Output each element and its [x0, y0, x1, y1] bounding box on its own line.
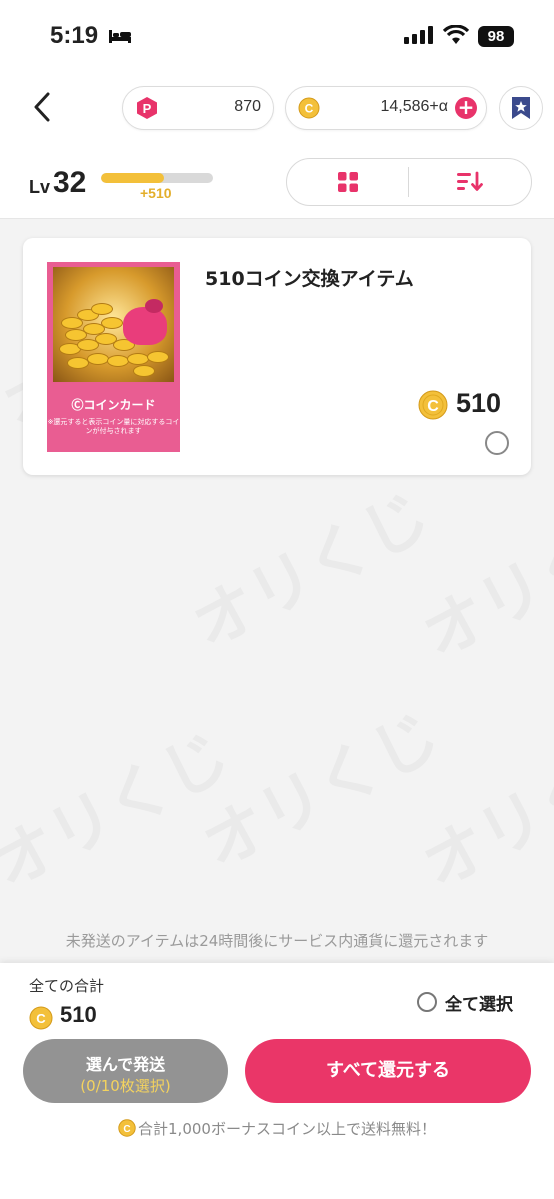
item-select-radio[interactable] [485, 431, 509, 455]
bookmark-star-icon [512, 97, 530, 119]
grid-view-button[interactable] [287, 159, 408, 205]
coin-pile-image [53, 267, 174, 382]
level-prefix: Lv [29, 177, 51, 197]
watermark: オリくじ [403, 475, 554, 676]
select-and-ship-button[interactable]: 選んで発送 (0/10枚選択) [23, 1039, 228, 1103]
coin-icon: C [29, 1006, 53, 1030]
status-bar: 5:19 98 [0, 0, 554, 70]
sort-button[interactable] [409, 159, 531, 205]
xp-gain: +510 [140, 185, 172, 201]
item-card[interactable]: Ⓒコインカード ※還元すると表示コイン量に対応するコインが付与されます 510コ… [23, 238, 531, 475]
cellular-signal-icon [404, 26, 433, 44]
coin-icon: C [298, 97, 320, 119]
coin-balance[interactable]: C 14,586+α + [285, 86, 487, 130]
svg-text:C: C [36, 1011, 46, 1026]
select-all-radio[interactable] [417, 992, 437, 1012]
grid-icon [338, 172, 358, 192]
view-sort-toggle [286, 158, 532, 206]
bookmark-button[interactable] [499, 86, 543, 130]
xp-progress-bar [101, 173, 213, 183]
svg-text:C: C [305, 102, 314, 116]
total-value: 510 [60, 1002, 97, 1027]
xp-progress-fill [101, 173, 164, 183]
footer-panel: 全ての合計 C 510 全て選択 選んで発送 (0/10枚選択) すべて還元する… [0, 963, 554, 1199]
header: P 870 C 14,586+α + Lv 32 +510 [0, 70, 554, 219]
select-all-label: 全て選択 [445, 995, 513, 1015]
coin-card-label: Ⓒコインカード [71, 398, 156, 412]
svg-text:C: C [123, 1124, 130, 1135]
add-coins-button[interactable]: + [455, 97, 477, 119]
total-label: 全ての合計 [29, 977, 105, 995]
points-icon: P [137, 97, 157, 119]
level-number: 32 [53, 166, 87, 199]
coin-value: 14,586+α [380, 98, 448, 115]
points-value: 870 [234, 98, 261, 115]
free-shipping-note: C 合計1,000ボーナスコイン以上で送料無料！ [0, 1118, 554, 1139]
ship-button-label: 選んで発送 [85, 1055, 166, 1074]
item-thumbnail: Ⓒコインカード ※還元すると表示コイン量に対応するコインが付与されます [47, 262, 180, 452]
status-time: 5:19 [50, 22, 99, 49]
ship-selection-count: (0/10枚選択) [80, 1077, 171, 1095]
svg-text:P: P [143, 101, 152, 116]
item-price: 510 [456, 388, 502, 418]
coin-icon: C [118, 1119, 136, 1137]
sort-icon [457, 171, 483, 191]
back-arrow-icon[interactable] [28, 90, 58, 124]
wifi-icon [443, 25, 469, 44]
coin-card-note: ※還元すると表示コイン量に対応するコインが付与されます [47, 418, 180, 435]
watermark: オリくじ [173, 465, 442, 666]
item-title: 510コイン交換アイテム [205, 268, 414, 290]
sleep-focus-icon [109, 30, 131, 43]
svg-text:C: C [427, 398, 439, 415]
unshipped-notice: 未発送のアイテムは24時間後にサービス内通貨に還元されます [65, 932, 489, 950]
free-shipping-text: 合計1,000ボーナスコイン以上で送料無料！ [138, 1120, 436, 1138]
battery-indicator: 98 [478, 26, 514, 47]
watermark: オリくじ [183, 685, 452, 886]
coin-icon: C [418, 390, 448, 420]
return-all-button[interactable]: すべて還元する [245, 1039, 531, 1103]
money-bag [123, 307, 167, 345]
points-balance[interactable]: P 870 [122, 86, 274, 130]
